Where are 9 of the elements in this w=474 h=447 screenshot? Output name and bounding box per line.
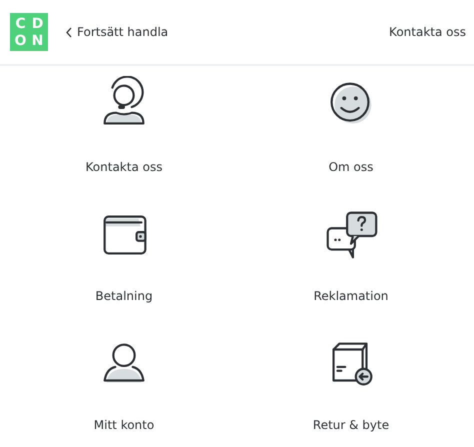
topic-link[interactable]: Retur & byte bbox=[312, 418, 390, 432]
back-link[interactable]: Fortsätt handla bbox=[66, 25, 168, 39]
topic-link[interactable]: Reklamation bbox=[314, 289, 388, 303]
topic-link[interactable]: Mitt konto bbox=[94, 418, 154, 432]
topic-link[interactable]: Betalning bbox=[95, 289, 153, 303]
topic-link[interactable]: Kontakta oss bbox=[86, 160, 162, 174]
topic-link[interactable]: Om oss bbox=[328, 160, 374, 174]
chevron-left-icon bbox=[66, 26, 72, 38]
contact-link[interactable]: Kontakta oss bbox=[389, 25, 466, 39]
